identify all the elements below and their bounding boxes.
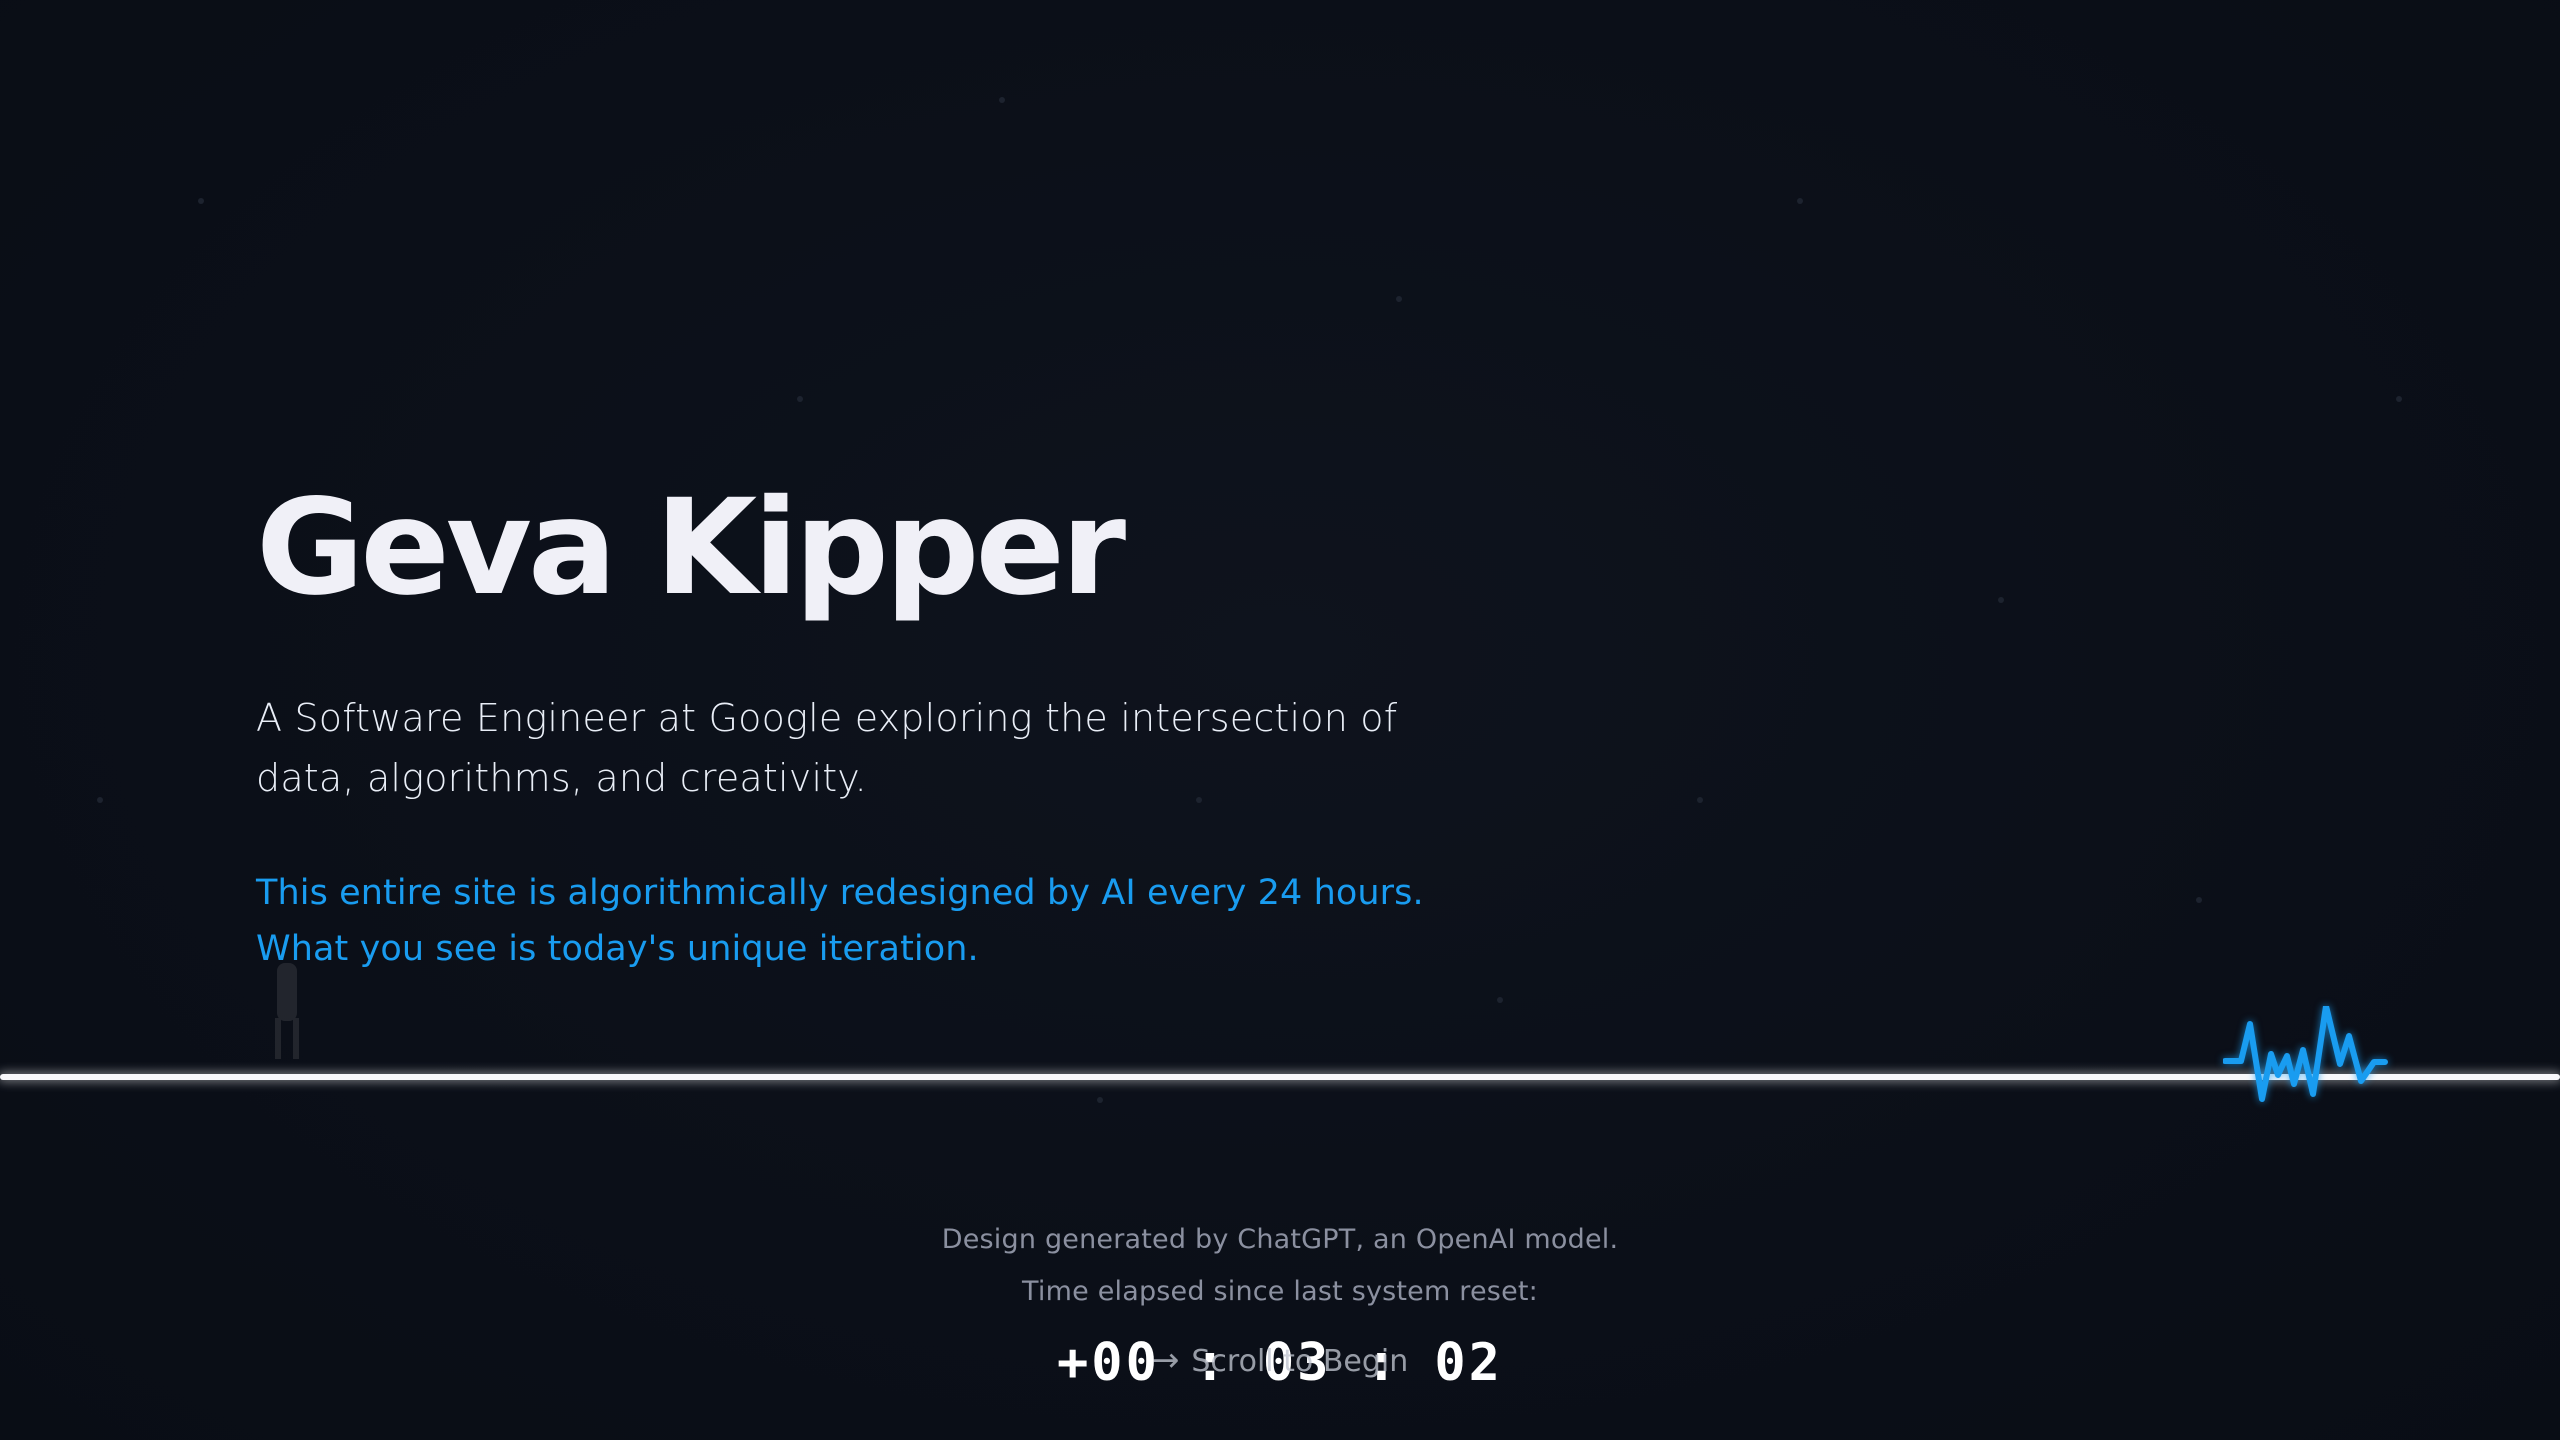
design-credit: Design generated by ChatGPT, an OpenAI m… [941,1224,1619,1255]
background-star [1697,797,1703,803]
ai-note-line-2: What you see is today's unique iteration… [256,929,979,969]
background-star [1097,1097,1103,1103]
elapsed-time-label: Time elapsed since last system reset: [1022,1276,1538,1307]
timeline-divider [0,1074,2560,1080]
background-star [1797,198,1803,204]
ai-note-line-1: This entire site is algorithmically rede… [256,873,1424,913]
background-star [2396,396,2402,402]
hero-section: Geva Kipper A Software Engineer at Googl… [256,471,1516,969]
background-star [1396,296,1402,302]
background-star [2196,897,2202,903]
pulse-wave-icon [2223,1006,2388,1102]
background-star [999,97,1005,103]
page: Geva Kipper A Software Engineer at Googl… [0,0,2560,1440]
ai-redesign-note: This entire site is algorithmically rede… [256,865,1576,977]
page-title: Geva Kipper [256,471,1126,625]
background-star [97,797,103,803]
silhouette-figure [275,963,299,1059]
arrow-right-icon: → [1151,1340,1180,1379]
background-star [797,396,803,402]
background-star [1497,997,1503,1003]
background-star [198,198,204,204]
hero-subtitle: A Software Engineer at Google exploring … [256,696,1398,800]
background-star [1998,597,2004,603]
scroll-to-begin-label: Scroll to Begin [1191,1344,1409,1379]
scroll-to-begin-button[interactable]: → Scroll to Begin [0,1335,2560,1387]
